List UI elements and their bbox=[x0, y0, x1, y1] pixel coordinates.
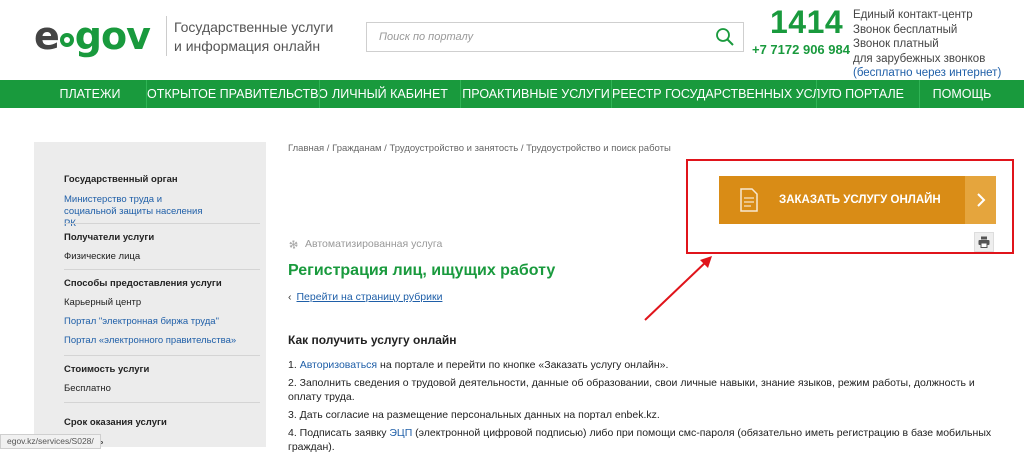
print-button[interactable] bbox=[974, 232, 994, 252]
contact-center-number[interactable]: 1414 bbox=[770, 4, 843, 41]
step-item: 3. Дать согласие на размещение персональ… bbox=[288, 409, 660, 421]
order-service-online-button[interactable]: ЗАКАЗАТЬ УСЛУГУ ОНЛАЙН bbox=[719, 176, 996, 224]
contact-line-1: Единый контакт-центр bbox=[853, 9, 973, 21]
automated-service-text: Автоматизированная услуга bbox=[305, 238, 443, 250]
breadcrumb-home[interactable]: Главная bbox=[288, 143, 324, 154]
document-icon bbox=[719, 176, 779, 224]
step-number: 1. bbox=[288, 359, 297, 371]
eds-link[interactable]: ЭЦП bbox=[389, 427, 412, 439]
method-career-center: Карьерный центр bbox=[64, 297, 142, 308]
site-tagline: Государственные услуги и информация онла… bbox=[174, 18, 354, 56]
methods-title: Способы предоставления услуги bbox=[64, 278, 222, 289]
printer-icon bbox=[978, 236, 990, 248]
contact-info: Единый контакт-центр Звонок бесплатный З… bbox=[853, 8, 1023, 81]
nav-item-help[interactable]: ПОМОЩЬ bbox=[920, 80, 1004, 108]
tagline-line-2: и информация онлайн bbox=[174, 38, 321, 54]
step-item: 2. Заполнить сведения о трудовой деятель… bbox=[288, 377, 975, 403]
search-icon[interactable] bbox=[715, 27, 735, 47]
nav-item-open-government[interactable]: ОТКРЫТОЕ ПРАВИТЕЛЬСТВО bbox=[147, 80, 328, 108]
logo-gov: gov bbox=[74, 14, 151, 58]
tagline-line-1: Государственные услуги bbox=[174, 19, 334, 35]
header-divider bbox=[166, 16, 167, 56]
contact-line-5[interactable]: (бесплатно через интернет) bbox=[853, 66, 1023, 81]
contact-line-4: для зарубежных звонков bbox=[853, 52, 986, 65]
annotation-arrow bbox=[644, 256, 712, 321]
step-text: 4. Подписать заявку bbox=[288, 427, 390, 439]
rubric-link-text: Перейти на страницу рубрики bbox=[296, 291, 443, 303]
method-labor-exchange-link[interactable]: Портал "электронная биржа труда" bbox=[64, 316, 234, 328]
sidebar-divider bbox=[64, 402, 260, 403]
contact-phone-full[interactable]: +7 7172 906 984 bbox=[752, 42, 850, 57]
breadcrumb-separator: / bbox=[518, 143, 527, 154]
instruction-steps: 1. Авторизоваться на портале и перейти п… bbox=[288, 358, 1003, 458]
logo-e: e bbox=[34, 14, 60, 58]
contact-line-3: Звонок платный bbox=[853, 38, 939, 50]
recipients-value: Физические лица bbox=[64, 251, 141, 262]
service-info-sidebar: Государственный орган Министерство труда… bbox=[34, 142, 266, 447]
recipients-section: Получатели услуги Физические лица bbox=[64, 232, 234, 263]
step-text: на портале и перейти по кнопке «Заказать… bbox=[377, 359, 669, 371]
nav-item-payments[interactable]: ПЛАТЕЖИ bbox=[34, 80, 146, 108]
sidebar-divider bbox=[64, 355, 260, 356]
contact-line-2: Звонок бесплатный bbox=[853, 23, 958, 36]
breadcrumb-citizens[interactable]: Гражданам bbox=[332, 143, 381, 154]
chevron-right-icon bbox=[965, 176, 996, 224]
search-box bbox=[366, 22, 744, 52]
breadcrumb: Главная / Гражданам / Трудоустройство и … bbox=[288, 143, 671, 154]
cost-value: Бесплатно bbox=[64, 383, 111, 394]
rubric-page-link[interactable]: ‹ Перейти на страницу рубрики bbox=[288, 291, 442, 303]
recipients-title: Получатели услуги bbox=[64, 232, 155, 243]
breadcrumb-job-search[interactable]: Трудоустройство и поиск работы bbox=[526, 143, 671, 154]
nav-item-about[interactable]: О ПОРТАЛЕ bbox=[817, 80, 919, 108]
sidebar-divider bbox=[64, 223, 260, 224]
cost-title: Стоимость услуги bbox=[64, 364, 150, 375]
logo-dot-icon bbox=[59, 33, 74, 47]
methods-section: Способы предоставления услуги Карьерный … bbox=[64, 278, 236, 347]
breadcrumb-separator: / bbox=[324, 143, 333, 154]
gov-body-title: Государственный орган bbox=[64, 174, 178, 185]
main-navigation: ПЛАТЕЖИ ОТКРЫТОЕ ПРАВИТЕЛЬСТВО ЛИЧНЫЙ КА… bbox=[0, 80, 1024, 108]
authorize-link[interactable]: Авторизоваться bbox=[300, 359, 377, 371]
step-item: 4. Подписать заявку ЭЦП (электронной циф… bbox=[288, 426, 1003, 454]
egov-logo[interactable]: e gov bbox=[34, 14, 151, 58]
method-egov-portal-link[interactable]: Портал «электронного правительства» bbox=[64, 335, 254, 347]
chevron-left-icon: ‹ bbox=[288, 291, 292, 303]
search-input[interactable] bbox=[367, 23, 709, 51]
cost-section: Стоимость услуги Бесплатно bbox=[64, 364, 234, 395]
page-title: Регистрация лиц, ищущих работу bbox=[288, 262, 556, 279]
gov-body-link[interactable]: Министерство труда и социальной защиты н… bbox=[64, 194, 214, 230]
term-title: Срок оказания услуги bbox=[64, 417, 167, 428]
gov-body-section: Государственный орган Министерство труда… bbox=[64, 174, 234, 230]
order-button-label: ЗАКАЗАТЬ УСЛУГУ ОНЛАЙН bbox=[779, 194, 941, 206]
nav-item-personal-cabinet[interactable]: ЛИЧНЫЙ КАБИНЕТ bbox=[320, 80, 460, 108]
step-item: 1. Авторизоваться на портале и перейти п… bbox=[288, 358, 1003, 372]
automated-service-label: Автоматизированная услуга bbox=[288, 238, 442, 250]
breadcrumb-employment[interactable]: Трудоустройство и занятость bbox=[389, 143, 518, 154]
sidebar-divider bbox=[64, 269, 260, 270]
nav-item-proactive-services[interactable]: ПРОАКТИВНЫЕ УСЛУГИ bbox=[461, 80, 611, 108]
nav-item-services-registry[interactable]: РЕЕСТР ГОСУДАРСТВЕННЫХ УСЛУГ bbox=[612, 80, 835, 108]
how-to-get-title: Как получить услугу онлайн bbox=[288, 333, 457, 347]
gear-icon bbox=[289, 239, 298, 249]
